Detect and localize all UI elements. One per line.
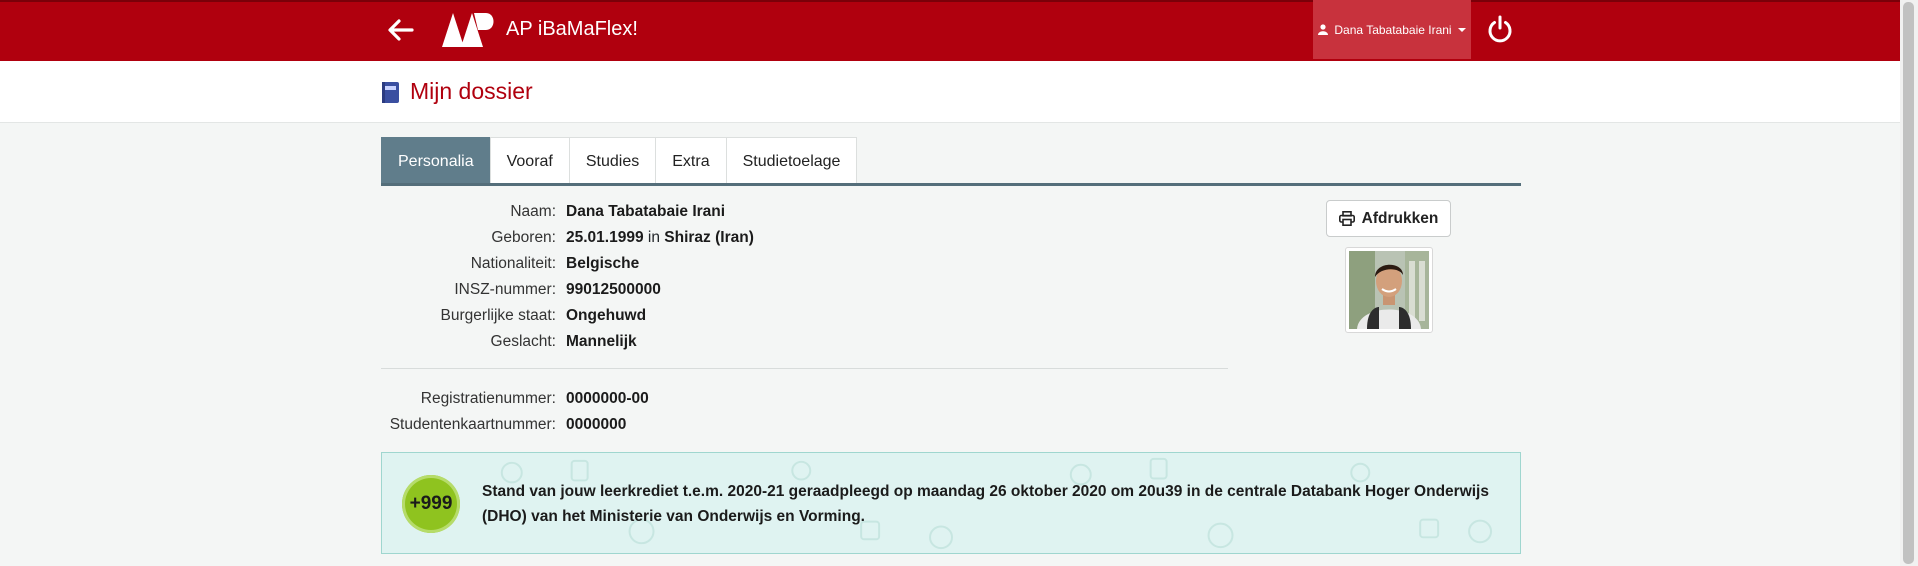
field-label: Nationaliteit: [470,255,556,272]
printer-icon [1338,211,1355,226]
field-nationaliteit: Nationaliteit: Belgische [381,255,640,277]
field-naam: Naam: Dana Tabatabaie Irani [381,203,725,225]
power-icon[interactable] [1486,14,1514,44]
field-registratienummer: Registratienummer: 0000000-00 [381,390,649,412]
tab-extra[interactable]: Extra [655,137,727,184]
chevron-down-icon [1457,27,1466,32]
top-navigation-bar [0,0,1900,61]
field-burgerlijke-staat: Burgerlijke staat: Ongehuwd [381,307,647,329]
field-geslacht: Geslacht: Mannelijk [381,333,637,355]
user-icon [1318,24,1329,35]
field-label: Studentenkaartnummer: [389,416,556,433]
field-label: Naam: [510,203,556,220]
tab-vooraf[interactable]: Vooraf [489,137,570,184]
leerkrediet-text: Stand van jouw leerkrediet t.e.m. 2020-2… [482,483,1489,525]
field-value: Ongehuwd [566,307,647,324]
birth-place: Shiraz (Iran) [664,229,754,246]
leerkrediet-panel: +999 Stand van jouw leerkrediet t.e.m. 2… [381,452,1521,554]
page-title: Mijn dossier [410,78,533,104]
field-value: 0000000 [566,416,627,433]
leerkrediet-badge: +999 [402,475,460,533]
section-divider [381,368,1228,369]
field-label: INSZ-nummer: [454,281,556,298]
tab-underline [381,183,1521,186]
field-value: Mannelijk [566,333,637,350]
field-label: Geslacht: [490,333,556,350]
field-value: 99012500000 [566,281,661,298]
tab-studietoelage[interactable]: Studietoelage [725,137,858,184]
app-name[interactable]: AP iBaMaFlex! [506,18,638,41]
field-label: Burgerlijke staat: [440,307,556,324]
tab-bar: Personalia Vooraf Studies Extra Studieto… [381,137,858,185]
arrow-left-icon[interactable] [385,16,415,44]
user-menu-dropdown[interactable]: Dana Tabatabaie Irani [1313,0,1471,59]
field-studentenkaartnummer: Studentenkaartnummer: 0000000 [381,416,627,438]
birth-connector: in [647,229,660,246]
tab-studies[interactable]: Studies [568,137,657,184]
profile-photo [1345,247,1433,333]
field-label: Geboren: [491,229,556,246]
page-header [0,61,1900,123]
tab-personalia[interactable]: Personalia [381,137,491,184]
field-geboren: Geboren: 25.01.1999 in Shiraz (Iran) [381,229,754,251]
birth-date: 25.01.1999 [566,229,644,246]
field-value: Dana Tabatabaie Irani [566,203,726,220]
profile-photo-image [1349,251,1429,329]
scrollbar-thumb[interactable] [1903,2,1914,564]
field-value: Belgische [566,255,640,272]
field-label: Registratienummer: [420,390,556,407]
ap-logo[interactable] [440,13,498,47]
field-insz: INSZ-nummer: 99012500000 [381,281,661,303]
print-button-label: Afdrukken [1361,209,1439,227]
user-name: Dana Tabatabaie Irani [1334,22,1452,37]
notebook-icon [382,82,399,103]
field-value: 0000000-00 [566,390,649,407]
print-button[interactable]: Afdrukken [1326,200,1451,237]
